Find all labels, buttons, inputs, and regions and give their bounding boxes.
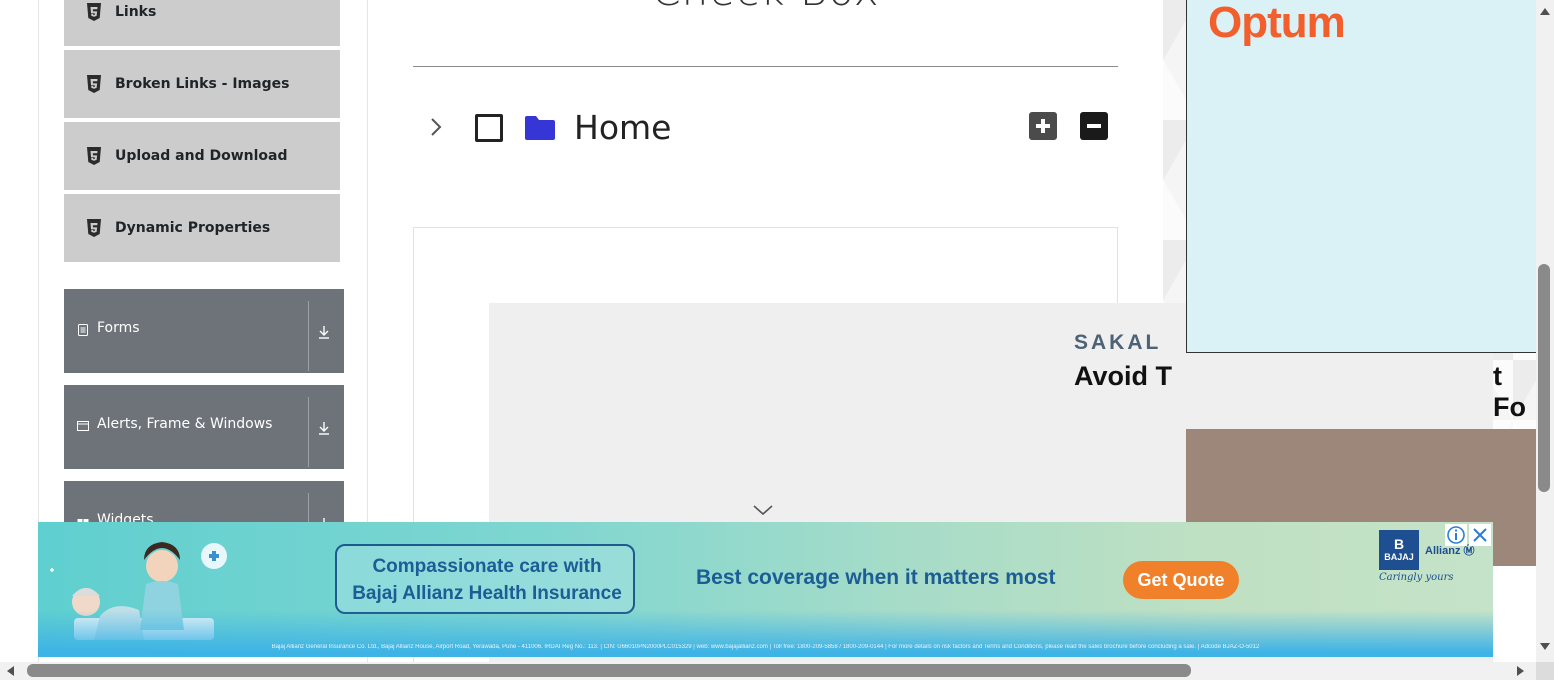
brand-slogan: Caringly yours [1379,572,1454,583]
html5-icon [87,219,101,237]
vertical-scrollbar[interactable] [1536,0,1554,662]
sidebar-item-links[interactable]: Links [64,0,340,48]
horizontal-scrollbar[interactable] [0,662,1536,680]
sidebar-item-upload-download[interactable]: Upload and Download [64,122,340,192]
chevron-down-icon[interactable] [752,503,774,517]
chevron-right-icon[interactable] [429,116,443,138]
scroll-down-arrow-icon[interactable] [1539,640,1551,652]
sidebar-group-forms[interactable]: Forms [64,289,344,373]
bajaj-logo: B BAJAJ [1379,530,1419,570]
checkbox-tree-node-home: Home [413,100,1118,160]
ad-close-icon[interactable] [1469,524,1491,546]
scrollbar-corner [1536,662,1554,680]
optum-ad[interactable]: Optum [1186,0,1536,353]
page-viewport: Links Broken Links - Images Upload and D… [0,0,1536,662]
sidebar-group-label: Alerts, Frame & Windows [97,416,273,432]
sidebar-item-label: Links [115,4,157,20]
scroll-left-arrow-icon[interactable] [5,665,17,677]
folder-icon [525,116,555,140]
ad-headline[interactable]: Avoid T [1074,361,1172,392]
ad-info-icon[interactable] [1445,524,1467,546]
sidebar-item-label: Broken Links - Images [115,76,290,92]
window-icon [77,421,89,431]
tree-node-label[interactable]: Home [574,108,671,147]
collapse-all-button[interactable] [1080,112,1108,140]
ad-tagline: Best coverage when it matters most [696,566,1056,589]
ad-message-line-2: Bajaj Allianz Health Insurance [352,583,622,604]
bajaj-logo-sub: BAJAJ [1384,552,1414,562]
html5-icon [87,3,101,21]
vertical-scroll-thumb[interactable] [1538,264,1550,492]
ad-disclaimer: Bajaj Allianz General Insurance Co. Ltd.… [271,644,1260,650]
document-icon [78,324,88,336]
sidebar-group-alerts[interactable]: Alerts, Frame & Windows [64,385,344,469]
ad-message-box: Compassionate care with Bajaj Allianz He… [335,544,635,614]
divider [308,397,309,467]
ad-headline-continued[interactable]: t Fo [1493,361,1536,423]
home-checkbox[interactable] [475,114,503,142]
title-divider [413,66,1118,67]
sidebar-group-label: Forms [97,320,140,336]
download-arrow-icon[interactable] [317,420,331,436]
sidebar-item-broken-links[interactable]: Broken Links - Images [64,50,340,120]
sidebar-item-dynamic-properties[interactable]: Dynamic Properties [64,194,340,264]
optum-logo: Optum [1208,0,1346,47]
html5-icon [87,147,101,165]
horizontal-scroll-thumb[interactable] [27,664,1191,677]
sidebar-item-label: Upload and Download [115,148,288,164]
divider [308,301,309,371]
ad-message-line-1: Compassionate care with [372,556,602,577]
scroll-right-arrow-icon[interactable] [1514,665,1526,677]
page-title: Check Box [413,0,1118,15]
sidebar-item-label: Dynamic Properties [115,220,271,236]
scroll-up-arrow-icon[interactable] [1539,6,1551,18]
download-arrow-icon[interactable] [317,324,331,340]
expand-all-button[interactable] [1029,112,1057,140]
bajaj-logo-mark: B [1393,536,1405,552]
get-quote-button[interactable]: Get Quote [1123,561,1239,599]
html5-icon [87,75,101,93]
bottom-banner-ad[interactable]: Compassionate care with Bajaj Allianz He… [38,522,1493,657]
ad-publisher: SAKAL [1074,331,1162,354]
